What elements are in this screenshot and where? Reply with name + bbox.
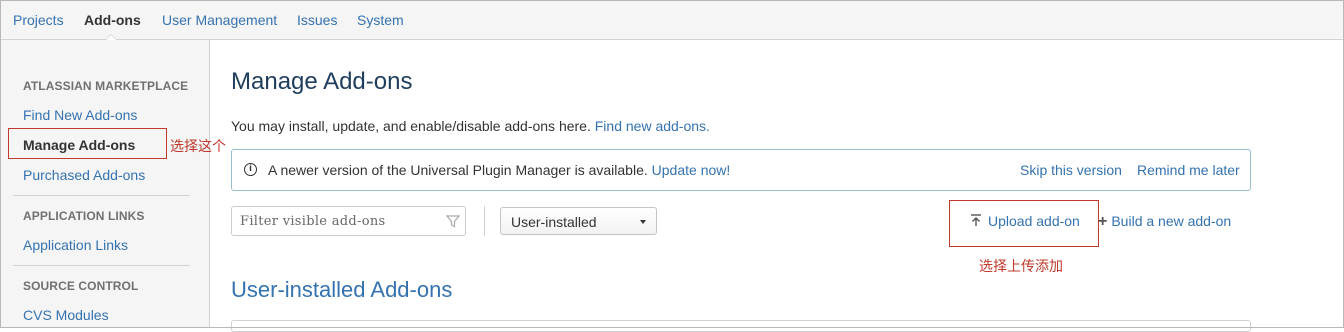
nav-projects[interactable]: Projects (13, 12, 64, 28)
page-title: Manage Add-ons (231, 68, 413, 95)
notice-text: A newer version of the Universal Plugin … (268, 162, 730, 178)
sidebar-divider (13, 265, 190, 266)
nav-issues[interactable]: Issues (297, 12, 337, 28)
annotation-note-select-this: 选择这个 (170, 139, 226, 155)
remind-later-link[interactable]: Remind me later (1137, 162, 1240, 178)
filter-placeholder: Filter visible add-ons (240, 214, 386, 229)
update-now-link[interactable]: Update now! (652, 162, 731, 178)
sidebar-item-cvs-modules[interactable]: CVS Modules (23, 307, 109, 323)
sidebar: ATLASSIAN MARKETPLACE Find New Add-ons M… (0, 40, 210, 328)
update-notice: i A newer version of the Universal Plugi… (231, 149, 1251, 191)
sidebar-item-find-new-add-ons[interactable]: Find New Add-ons (23, 107, 137, 123)
annotation-highlight-box (8, 128, 167, 159)
filter-input[interactable]: Filter visible add-ons (231, 206, 466, 236)
filter-funnel-icon (446, 215, 460, 228)
add-on-type-select[interactable]: User-installed (500, 207, 657, 235)
nav-system[interactable]: System (357, 12, 404, 28)
select-value: User-installed (511, 214, 597, 230)
chevron-down-icon (640, 220, 646, 224)
sidebar-heading-source-control: SOURCE CONTROL (23, 279, 139, 293)
find-new-add-ons-link[interactable]: Find new add-ons. (595, 118, 710, 134)
notice-message: A newer version of the Universal Plugin … (268, 162, 648, 178)
build-add-on-button[interactable]: + Build a new add-on (1098, 213, 1231, 231)
nav-user-management[interactable]: User Management (162, 12, 277, 28)
info-icon: i (244, 163, 257, 176)
intro-text: You may install, update, and enable/disa… (231, 118, 710, 134)
section-title-user-installed: User-installed Add-ons (231, 277, 453, 302)
plus-icon: + (1098, 213, 1108, 230)
sidebar-heading-marketplace: ATLASSIAN MARKETPLACE (23, 79, 189, 93)
add-ons-list (231, 320, 1251, 332)
top-nav: Projects Add-ons User Management Issues … (0, 0, 1344, 40)
annotation-note-upload: 选择上传添加 (979, 259, 1063, 275)
sidebar-divider (13, 195, 190, 196)
nav-add-ons[interactable]: Add-ons (84, 12, 141, 28)
sidebar-heading-application-links: APPLICATION LINKS (23, 209, 145, 223)
intro-description: You may install, update, and enable/disa… (231, 118, 591, 134)
sidebar-item-purchased-add-ons[interactable]: Purchased Add-ons (23, 167, 145, 183)
sidebar-item-application-links[interactable]: Application Links (23, 237, 128, 253)
build-label: Build a new add-on (1111, 213, 1232, 229)
annotation-highlight-box (949, 200, 1099, 247)
toolbar-divider (484, 206, 485, 236)
skip-version-link[interactable]: Skip this version (1020, 162, 1122, 178)
